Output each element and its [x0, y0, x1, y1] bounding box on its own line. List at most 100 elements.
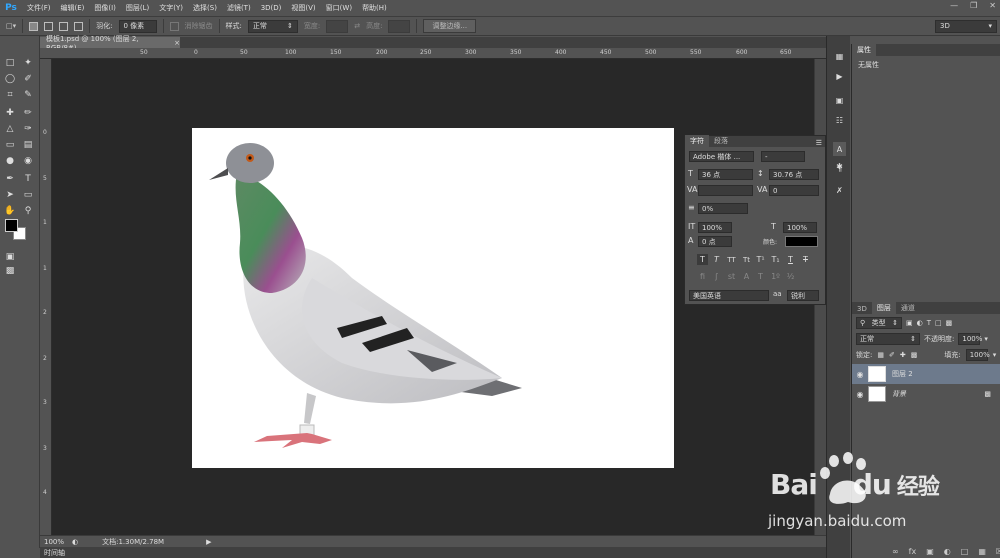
feather-input[interactable]: 0 像素	[118, 19, 157, 33]
restore-icon[interactable]: ❐	[970, 1, 977, 10]
small-caps-icon[interactable]: Tt	[741, 254, 752, 265]
text-color-swatch[interactable]	[785, 236, 818, 247]
proof-icon[interactable]: ◐	[72, 538, 78, 546]
menu-3d[interactable]: 3D(D)	[256, 4, 287, 12]
height-input[interactable]	[388, 19, 411, 33]
tab-properties[interactable]: 属性	[852, 44, 876, 56]
history-brush-icon[interactable]: ✑	[20, 122, 36, 136]
paragraph-icon[interactable]: ¶	[833, 162, 846, 174]
document-canvas[interactable]	[192, 128, 674, 468]
language-select[interactable]: 美国英语	[689, 290, 769, 301]
foreground-color-swatch[interactable]	[5, 219, 18, 232]
new-selection-icon[interactable]	[29, 21, 39, 31]
font-family-select[interactable]: Adobe 楷体 ...	[689, 151, 754, 162]
menu-window[interactable]: 窗口(W)	[321, 3, 357, 13]
add-mask-icon[interactable]: ▣	[926, 547, 934, 556]
zoom-level[interactable]: 100%	[44, 538, 64, 546]
layer-filter-select[interactable]: ⚲ 类型 ⇕	[856, 317, 902, 329]
menu-layer[interactable]: 图层(L)	[121, 3, 154, 13]
quick-mask-icon[interactable]: ▣	[2, 250, 18, 264]
width-input[interactable]	[326, 19, 349, 33]
tab-paragraph[interactable]: 段落	[709, 135, 733, 147]
antialias-checkbox[interactable]	[169, 21, 179, 31]
menu-view[interactable]: 视图(V)	[286, 3, 320, 13]
quick-select-icon[interactable]: ✐	[20, 72, 36, 86]
zoom-icon[interactable]: ⚲	[20, 204, 36, 218]
fill-input[interactable]: 100%	[965, 349, 990, 361]
alternates-icon[interactable]: A	[741, 271, 752, 282]
lock-all-icon[interactable]: ▩	[911, 351, 918, 359]
opacity-input[interactable]: 100%	[958, 333, 982, 345]
screen-mode-icon[interactable]: ▩	[2, 264, 18, 278]
clone-stamp-icon[interactable]: △	[2, 122, 18, 136]
eye-icon[interactable]: ◉	[852, 370, 868, 379]
style-select[interactable]: 正常 ⇕	[247, 19, 298, 33]
ordinals-icon[interactable]: 1º	[770, 271, 781, 282]
tab-channels[interactable]: 通道	[896, 302, 920, 314]
group-icon[interactable]: □	[961, 547, 969, 556]
layer-row-background[interactable]: ◉ 背景 ▩	[852, 384, 1000, 404]
trash-icon[interactable]: ☒	[996, 547, 1000, 556]
link-icon[interactable]: ∞	[892, 547, 899, 556]
layer-name[interactable]: 图层 2	[892, 369, 913, 379]
filter-pixel-icon[interactable]: ▣	[906, 319, 913, 327]
timeline-tab[interactable]: 时间轴	[44, 548, 65, 558]
vertical-scale-input[interactable]: 100%	[698, 222, 732, 233]
menu-help[interactable]: 帮助(H)	[357, 3, 392, 13]
panel-menu-icon[interactable]: ☰	[816, 139, 822, 147]
move-icon[interactable]: ✦	[20, 56, 36, 70]
add-selection-icon[interactable]	[44, 21, 54, 31]
minimize-icon[interactable]: —	[950, 1, 958, 10]
type-icon[interactable]: T	[20, 172, 36, 186]
history-icon[interactable]: ▦	[833, 50, 846, 62]
lock-position-icon[interactable]: ✚	[900, 351, 906, 359]
layer-row-2[interactable]: ◉ 图层 2	[852, 364, 1000, 384]
intersect-selection-icon[interactable]	[74, 21, 84, 31]
eye-icon[interactable]: ◉	[852, 390, 868, 399]
blur-icon[interactable]: ●	[2, 154, 18, 168]
styles-icon[interactable]: ☷	[833, 114, 846, 126]
brush-icon[interactable]: ✏	[20, 106, 36, 120]
adjustment-layer-icon[interactable]: ◐	[944, 547, 951, 556]
character-panel-icon[interactable]: A	[833, 142, 846, 156]
ligature-icon[interactable]: fi	[697, 271, 708, 282]
strikethrough-icon[interactable]: T	[800, 254, 811, 265]
workspace-select[interactable]: 3D ▾	[935, 19, 997, 33]
actions-icon[interactable]: ▶	[833, 70, 846, 82]
font-style-select[interactable]: -	[761, 151, 805, 162]
faux-italic-icon[interactable]: T	[711, 254, 722, 265]
opacity-arrow-icon[interactable]: ▾	[984, 335, 988, 343]
fill-arrow-icon[interactable]: ▾	[993, 351, 997, 359]
kerning-input[interactable]	[698, 185, 753, 196]
subscript-icon[interactable]: T₁	[770, 254, 781, 265]
filter-smart-icon[interactable]: ▩	[946, 319, 953, 327]
adjustments-icon[interactable]: ▣	[833, 94, 846, 106]
marquee-tool-preset-icon[interactable]: □▾	[6, 22, 16, 30]
clone-source-icon[interactable]: ✗	[833, 184, 846, 196]
menu-image[interactable]: 图像(I)	[89, 3, 121, 13]
menu-select[interactable]: 选择(S)	[188, 3, 222, 13]
layer-name[interactable]: 背景	[892, 389, 906, 399]
rectangle-shape-icon[interactable]: ▭	[20, 188, 36, 202]
menu-type[interactable]: 文字(Y)	[154, 3, 188, 13]
fractions-icon[interactable]: ½	[785, 271, 796, 282]
all-caps-icon[interactable]: TT	[726, 254, 737, 265]
filter-adjust-icon[interactable]: ◐	[917, 319, 923, 327]
pen-icon[interactable]: ✒	[2, 172, 18, 186]
status-menu-arrow-icon[interactable]: ▶	[206, 538, 211, 546]
titling-icon[interactable]: T	[755, 271, 766, 282]
lock-transparent-icon[interactable]: ▦	[877, 351, 884, 359]
close-tab-icon[interactable]: ×	[174, 39, 180, 47]
underline-icon[interactable]: T	[785, 254, 796, 265]
tab-3d[interactable]: 3D	[852, 304, 872, 314]
lasso-icon[interactable]: ◯	[2, 72, 18, 86]
fx-icon[interactable]: fx	[909, 547, 917, 556]
blend-mode-select[interactable]: 正常 ⇕	[856, 333, 920, 345]
oldstyle-icon[interactable]: ʃ	[711, 271, 722, 282]
tab-character[interactable]: 字符	[685, 135, 709, 147]
tsume-input[interactable]: 0%	[698, 203, 748, 214]
faux-bold-icon[interactable]: T	[697, 254, 708, 265]
path-select-icon[interactable]: ➤	[2, 188, 18, 202]
antialias-method-select[interactable]: 锐利	[787, 290, 819, 301]
menu-edit[interactable]: 编辑(E)	[56, 3, 90, 13]
